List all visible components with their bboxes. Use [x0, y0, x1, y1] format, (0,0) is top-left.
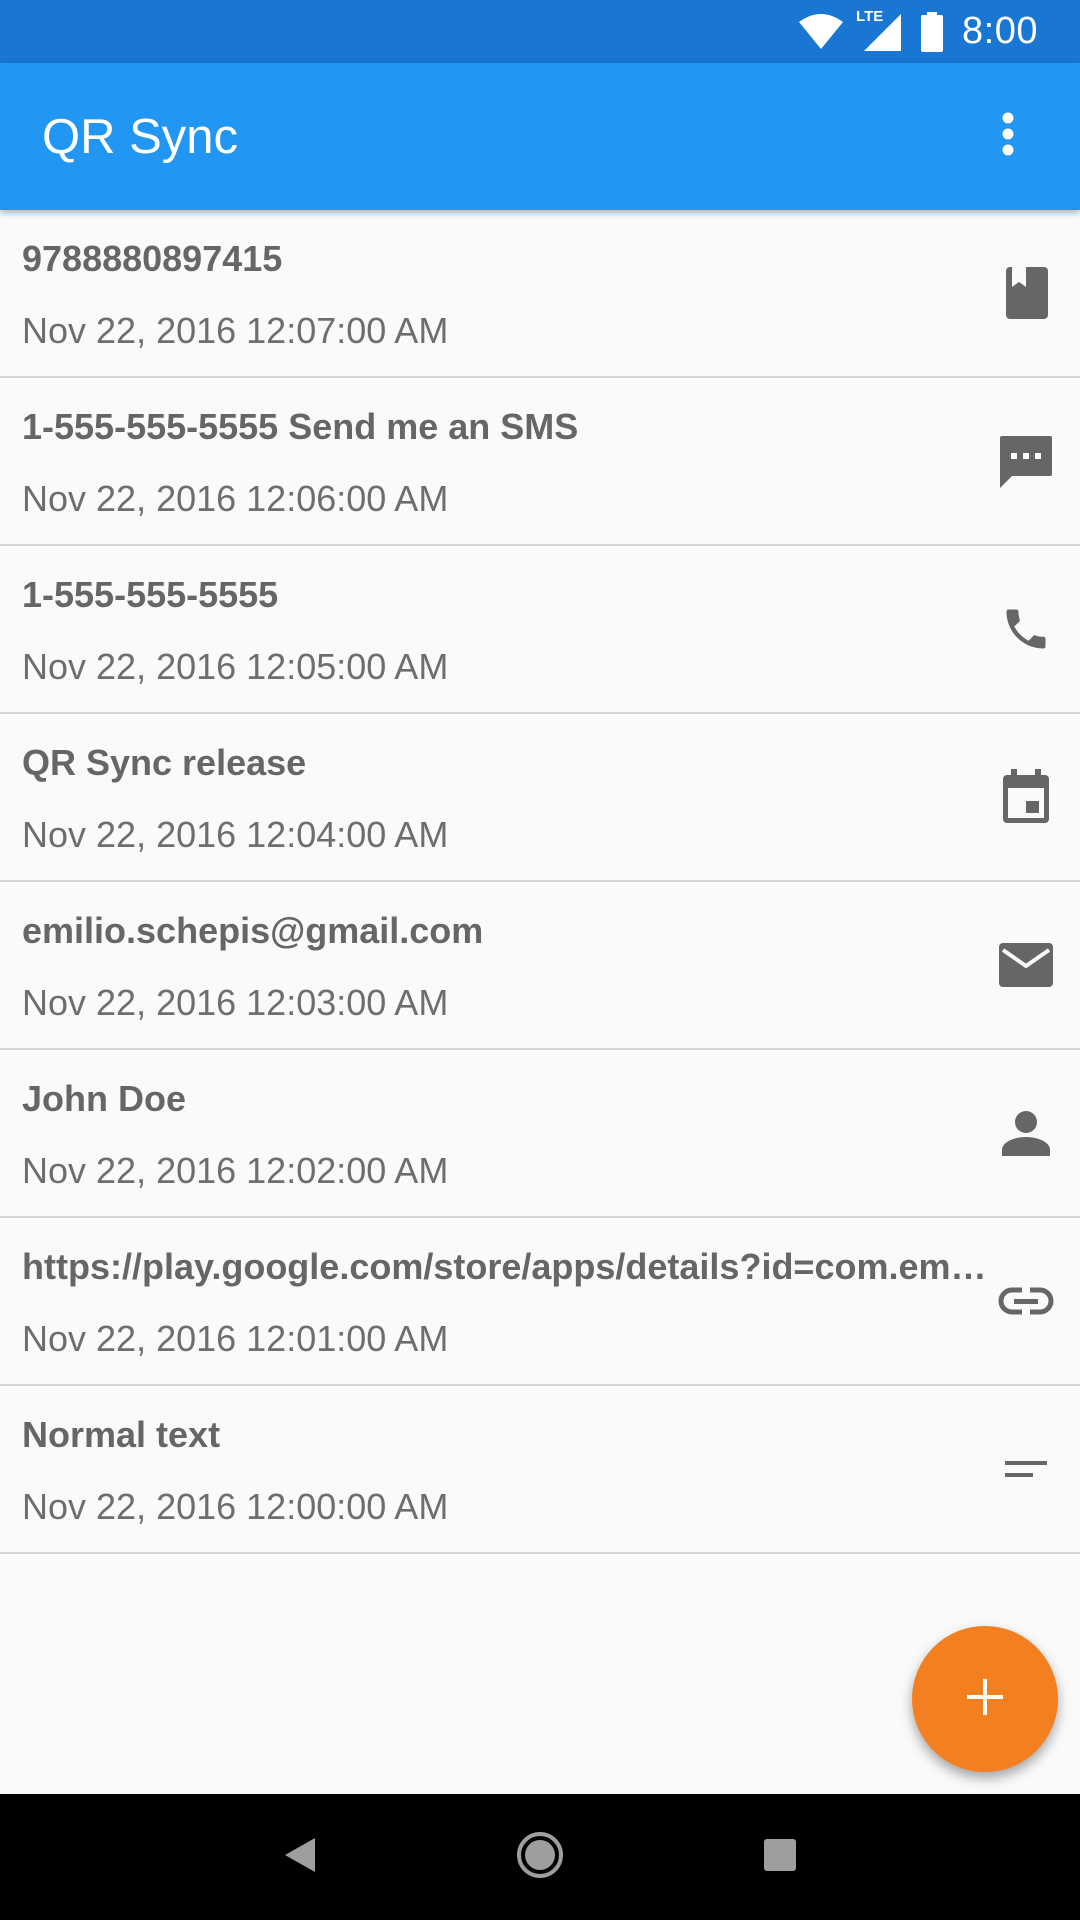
- recents-button[interactable]: [735, 1812, 825, 1902]
- network-type-label: LTE: [856, 7, 884, 25]
- item-date: Nov 22, 2016 12:05:00 AM: [22, 646, 449, 687]
- list-item[interactable]: emilio.schepis@gmail.com Nov 22, 2016 12…: [0, 882, 1080, 1050]
- item-title: Normal text: [22, 1414, 221, 1455]
- app-bar: QR Sync: [0, 63, 1080, 210]
- calendar-icon: [994, 765, 1058, 829]
- item-date: Nov 22, 2016 12:07:00 AM: [22, 310, 449, 351]
- text-icon: [994, 1437, 1058, 1501]
- item-title: 1-555-555-5555: [22, 574, 279, 615]
- recents-icon: [762, 1837, 798, 1878]
- list-item[interactable]: QR Sync release Nov 22, 2016 12:04:00 AM: [0, 714, 1080, 882]
- item-title: emilio.schepis@gmail.com: [22, 910, 484, 951]
- phone-icon: [994, 597, 1058, 661]
- item-date: Nov 22, 2016 12:06:00 AM: [22, 478, 449, 519]
- list-item[interactable]: https://play.google.com/store/apps/detai…: [0, 1218, 1080, 1386]
- item-title: QR Sync release: [22, 742, 307, 783]
- email-icon: [994, 933, 1058, 997]
- item-title: 1-555-555-5555 Send me an SMS: [22, 406, 579, 447]
- list-item[interactable]: 1-555-555-5555 Nov 22, 2016 12:05:00 AM: [0, 546, 1080, 714]
- item-date: Nov 22, 2016 12:00:00 AM: [22, 1486, 449, 1527]
- cell-signal-icon: LTE: [856, 8, 902, 52]
- home-icon: [515, 1830, 565, 1885]
- home-button[interactable]: [495, 1812, 585, 1902]
- link-icon: [994, 1269, 1058, 1333]
- list-item[interactable]: John Doe Nov 22, 2016 12:02:00 AM: [0, 1050, 1080, 1218]
- list-item[interactable]: 9788880897415 Nov 22, 2016 12:07:00 AM: [0, 210, 1080, 378]
- wifi-icon: [798, 13, 844, 50]
- status-bar: LTE 8:00: [0, 0, 1080, 63]
- more-vert-icon: [1002, 112, 1014, 161]
- item-title: John Doe: [22, 1078, 187, 1119]
- item-date: Nov 22, 2016 12:02:00 AM: [22, 1150, 449, 1191]
- page-title: QR Sync: [42, 109, 239, 164]
- back-icon: [283, 1836, 317, 1879]
- book-icon: [994, 261, 1058, 325]
- clock: 8:00: [962, 10, 1038, 52]
- list-item[interactable]: 1-555-555-5555 Send me an SMS Nov 22, 20…: [0, 378, 1080, 546]
- system-nav-bar: [0, 1794, 1080, 1920]
- overflow-menu-button[interactable]: [960, 89, 1056, 185]
- battery-icon: [920, 11, 944, 52]
- person-icon: [994, 1101, 1058, 1165]
- back-button[interactable]: [255, 1812, 345, 1902]
- sms-icon: [994, 429, 1058, 493]
- scan-history-list: 9788880897415 Nov 22, 2016 12:07:00 AM 1…: [0, 210, 1080, 1554]
- add-icon: [965, 1677, 1005, 1722]
- item-title: https://play.google.com/store/apps/detai…: [22, 1246, 992, 1287]
- item-date: Nov 22, 2016 12:03:00 AM: [22, 982, 449, 1023]
- item-title: 9788880897415: [22, 238, 283, 279]
- item-date: Nov 22, 2016 12:04:00 AM: [22, 814, 449, 855]
- item-date: Nov 22, 2016 12:01:00 AM: [22, 1318, 449, 1359]
- add-button[interactable]: [912, 1626, 1058, 1772]
- list-item[interactable]: Normal text Nov 22, 2016 12:00:00 AM: [0, 1386, 1080, 1554]
